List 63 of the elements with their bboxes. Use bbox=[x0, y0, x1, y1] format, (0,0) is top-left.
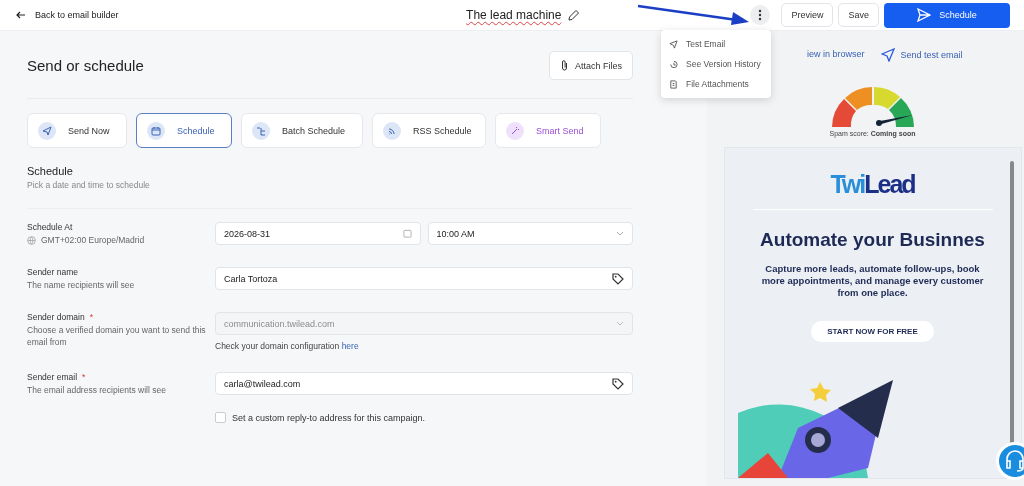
calendar-icon bbox=[151, 125, 161, 136]
send-icon bbox=[880, 48, 895, 62]
send-mode-tab[interactable]: Schedule bbox=[136, 113, 232, 148]
attach-files-button[interactable]: Attach Files bbox=[548, 51, 633, 80]
time-dropdown[interactable]: 10:00 AM bbox=[427, 222, 633, 245]
field-hint: Choose a verified domain you want to send this email from bbox=[27, 324, 207, 348]
rss-icon bbox=[387, 125, 397, 136]
batch-icon bbox=[256, 125, 266, 136]
field-label: Sender email bbox=[27, 372, 78, 382]
more-icon bbox=[758, 9, 763, 21]
text-field[interactable]: carla@twilead.com bbox=[215, 372, 633, 395]
headset-icon bbox=[1004, 449, 1024, 473]
view-in-browser-link[interactable]: iew in browser bbox=[807, 49, 865, 61]
section-subtitle: Pick a date and time to schedule bbox=[27, 180, 633, 209]
back-arrow-icon bbox=[16, 10, 26, 20]
required-asterisk: * bbox=[89, 312, 93, 322]
schedule-button[interactable]: Schedule bbox=[884, 2, 1010, 28]
send-mode-tab[interactable]: Smart Send bbox=[495, 113, 601, 148]
field-hint: GMT+02:00 Europe/Madrid bbox=[41, 234, 145, 246]
paperclip-icon bbox=[559, 59, 569, 72]
field-label: Sender name bbox=[27, 267, 79, 277]
send-mode-tab[interactable]: Batch Schedule bbox=[241, 113, 363, 148]
history-icon bbox=[669, 59, 678, 69]
file-icon bbox=[669, 79, 678, 89]
back-link[interactable]: Back to email builder bbox=[16, 10, 467, 20]
text-field[interactable]: Carla Tortoza bbox=[215, 267, 633, 290]
tag-icon bbox=[612, 377, 624, 390]
page-title: Send or schedule bbox=[27, 57, 144, 74]
tag-icon bbox=[612, 272, 624, 285]
field-hint: The email address recipients will see bbox=[27, 384, 166, 396]
save-button[interactable]: Save bbox=[838, 3, 879, 27]
preview-button[interactable]: Preview bbox=[781, 3, 834, 27]
send-icon bbox=[669, 39, 678, 49]
email-headline: Automate your Businnes bbox=[760, 229, 985, 251]
send-icon bbox=[917, 8, 932, 22]
calendar-icon bbox=[402, 229, 412, 238]
reply-to-checkbox[interactable] bbox=[215, 412, 226, 423]
send-mode-tab[interactable]: RSS Schedule bbox=[372, 113, 486, 148]
send-test-email-link[interactable]: Send test email bbox=[880, 49, 963, 61]
checkbox-label: Set a custom reply-to address for this campaign. bbox=[232, 412, 426, 423]
sparkle-icon bbox=[510, 125, 520, 136]
field-label: Sender domain bbox=[27, 312, 85, 322]
field-hint: The name recipients will see bbox=[27, 279, 135, 291]
chevron-down-icon bbox=[616, 321, 624, 326]
required-asterisk: * bbox=[82, 372, 86, 382]
section-title: Schedule bbox=[27, 165, 74, 177]
chevron-down-icon bbox=[616, 231, 624, 236]
brand-logo: TwiLead bbox=[830, 170, 915, 199]
email-body-text: Capture more leads, automate follow-ups, book more appointments, and manage every customer from one place. bbox=[760, 263, 985, 299]
date-field[interactable]: 2026-08-31 bbox=[215, 222, 421, 245]
send-mode-tab[interactable]: Send Now bbox=[27, 113, 127, 148]
more-options-button[interactable] bbox=[750, 5, 771, 25]
campaign-title[interactable]: The lead machine bbox=[466, 8, 562, 22]
here-link[interactable]: here bbox=[341, 341, 359, 351]
field-label: Schedule At bbox=[27, 222, 73, 232]
menu-item[interactable]: File Attachments bbox=[661, 74, 771, 94]
pencil-icon[interactable] bbox=[567, 8, 581, 22]
send-icon bbox=[42, 125, 52, 136]
menu-item[interactable]: See Version History bbox=[661, 54, 771, 74]
cta-button[interactable]: START NOW FOR FREE bbox=[811, 321, 934, 342]
globe-icon bbox=[27, 235, 36, 245]
domain-note: Check your domain configuration bbox=[215, 341, 340, 351]
menu-item[interactable]: Test Email bbox=[661, 34, 771, 54]
